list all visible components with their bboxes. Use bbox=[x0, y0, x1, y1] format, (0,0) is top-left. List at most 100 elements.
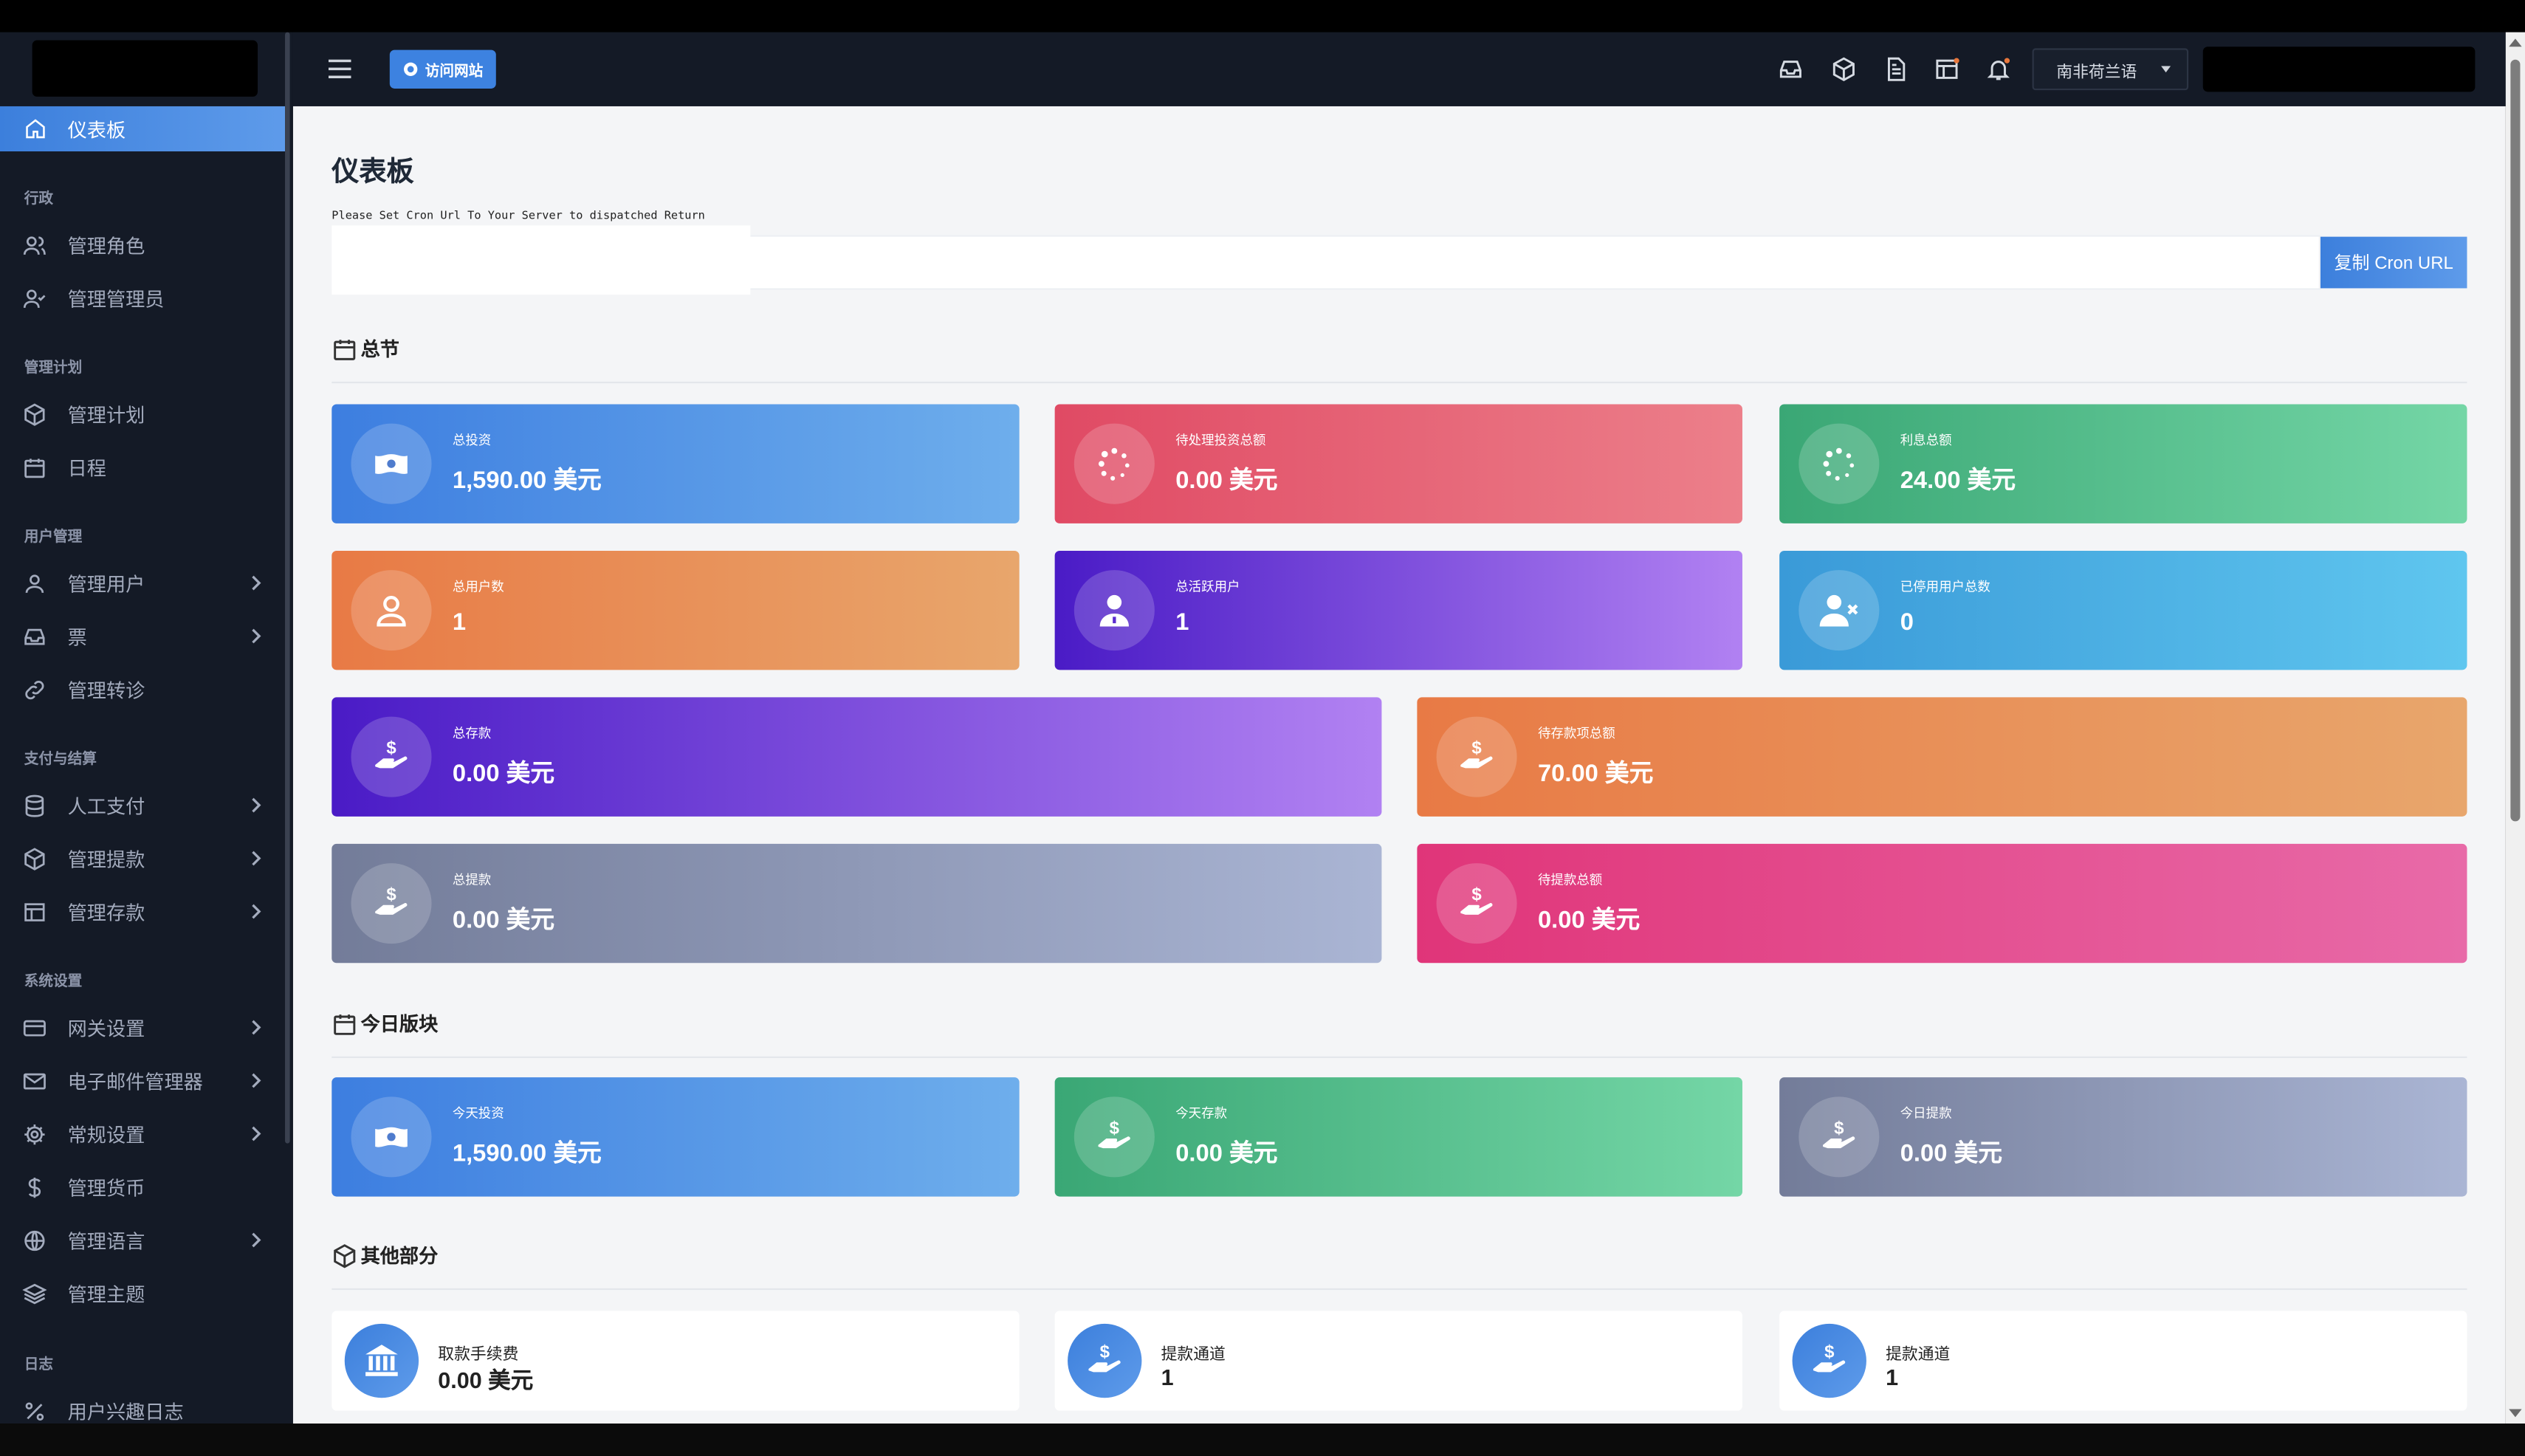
inbox-icon[interactable] bbox=[1778, 56, 1804, 82]
stat-card[interactable]: $ 今日提款 0.00 美元 bbox=[1779, 1077, 2467, 1197]
scrollbar-thumb[interactable] bbox=[2510, 59, 2521, 822]
stat-card[interactable]: 利息总额 24.00 美元 bbox=[1779, 404, 2467, 523]
user-badge-icon bbox=[1073, 570, 1155, 651]
scroll-up-arrow[interactable] bbox=[2509, 38, 2522, 47]
stat-card[interactable]: $ 待提款总额 0.00 美元 bbox=[1417, 843, 2467, 964]
sidebar-scrollbar[interactable] bbox=[285, 32, 290, 1144]
sidebar-section-title: 日志 bbox=[24, 1356, 54, 1373]
stat-label: 总用户数 bbox=[452, 580, 504, 594]
info-value: 1 bbox=[1161, 1364, 1174, 1390]
sidebar-item[interactable]: 用户兴趣日志 bbox=[0, 1390, 285, 1424]
sidebar-item[interactable]: 管理角色 bbox=[0, 224, 285, 266]
user-menu[interactable] bbox=[2202, 47, 2476, 92]
stat-card[interactable]: $ 今天存款 0.00 美元 bbox=[1054, 1077, 1742, 1197]
copy-cron-url-button[interactable]: 复制 Cron URL bbox=[2320, 236, 2467, 289]
stat-card[interactable]: 总用户数 1 bbox=[331, 550, 1020, 670]
menu-icon[interactable] bbox=[328, 58, 354, 81]
sidebar-item[interactable]: 日程 bbox=[0, 446, 285, 488]
stat-value: 24.00 美元 bbox=[1900, 467, 2016, 495]
calendar-icon bbox=[23, 455, 47, 479]
stat-value: 0.00 美元 bbox=[1537, 906, 1641, 935]
sidebar-section-title: 支付与结算 bbox=[24, 750, 97, 767]
globe-icon bbox=[23, 1228, 47, 1252]
sidebar-item[interactable]: 管理转诊 bbox=[0, 668, 285, 710]
screen-bottom-bar bbox=[0, 1424, 2525, 1456]
sidebar-item[interactable]: 人工支付 bbox=[0, 784, 285, 826]
stat-value: 1 bbox=[1175, 608, 1189, 636]
svg-text:$: $ bbox=[386, 885, 396, 904]
sidebar-item[interactable]: 管理提款 bbox=[0, 837, 285, 879]
language-select-value: 南非荷兰语 bbox=[2056, 63, 2137, 82]
stat-value: 0.00 美元 bbox=[1175, 467, 1278, 495]
stat-card[interactable]: 已停用用户总数 0 bbox=[1779, 550, 2467, 670]
sidebar-item-label: 仪表板 bbox=[67, 118, 126, 141]
stat-card[interactable]: $ 待存款项总额 70.00 美元 bbox=[1417, 697, 2467, 817]
page-title: 仪表板 bbox=[331, 156, 414, 188]
sidebar-item[interactable]: 网关设置 bbox=[0, 1006, 285, 1048]
info-card[interactable]: 取款手续费 0.00 美元 bbox=[331, 1311, 1020, 1411]
info-label: 提款通道 bbox=[1886, 1346, 1951, 1364]
stat-value: 0.00 美元 bbox=[1900, 1140, 2002, 1168]
sidebar-item-label: 管理用户 bbox=[67, 572, 145, 595]
user-icon bbox=[351, 570, 432, 651]
divider bbox=[331, 1056, 2467, 1058]
sidebar-item[interactable]: 管理用户 bbox=[0, 562, 285, 604]
hand-dollar-icon: $ bbox=[1073, 1096, 1155, 1178]
app-window: 仪表板 行政 管理角色 管理管理员 管理计划 管理计划 日程 用户管理 管理用户票管理转诊 支付… bbox=[0, 0, 2525, 1456]
bell-icon[interactable] bbox=[1985, 56, 2011, 82]
stat-card[interactable]: 今天投资 1,590.00 美元 bbox=[331, 1077, 1020, 1197]
svg-text:$: $ bbox=[386, 738, 396, 758]
visit-website-button[interactable]: 访问网站 bbox=[389, 49, 496, 89]
percent-icon bbox=[23, 1398, 47, 1423]
stat-value: 0.00 美元 bbox=[452, 760, 555, 788]
scroll-down-arrow[interactable] bbox=[2509, 1409, 2522, 1418]
hand-dollar-icon: $ bbox=[1436, 716, 1517, 797]
stat-card[interactable]: $ 总提款 0.00 美元 bbox=[331, 843, 1382, 964]
logo[interactable] bbox=[32, 40, 258, 97]
stat-card[interactable]: 总投资 1,590.00 美元 bbox=[331, 404, 1020, 523]
calendar-icon bbox=[334, 339, 356, 360]
page-scrollbar[interactable] bbox=[2505, 32, 2525, 1424]
sidebar-item[interactable]: 管理计划 bbox=[0, 393, 285, 435]
stat-card[interactable]: 总活跃用户 1 bbox=[1054, 550, 1742, 670]
calendar-icon bbox=[334, 1014, 356, 1034]
sidebar-item[interactable]: 管理货币 bbox=[0, 1166, 285, 1208]
spinner-icon bbox=[1799, 423, 1880, 504]
stat-value: 70.00 美元 bbox=[1537, 760, 1654, 788]
layers-icon bbox=[22, 1281, 47, 1305]
sidebar-item[interactable]: 管理管理员 bbox=[0, 277, 285, 319]
box-icon[interactable] bbox=[1831, 56, 1857, 82]
sidebar-item[interactable]: 管理主题 bbox=[0, 1272, 285, 1314]
table-icon[interactable] bbox=[1934, 56, 1960, 82]
database-icon bbox=[23, 793, 47, 817]
caret-down-icon bbox=[2161, 66, 2171, 73]
user-x-icon bbox=[1799, 570, 1880, 651]
section-title: 今日版块 bbox=[360, 1012, 439, 1036]
language-select[interactable]: 南非荷兰语 bbox=[2032, 48, 2189, 91]
info-card[interactable]: $ 提款通道 1 bbox=[1779, 1311, 2467, 1411]
info-card[interactable]: $ 提款通道 1 bbox=[1054, 1311, 1742, 1411]
stat-label: 已停用用户总数 bbox=[1900, 580, 1990, 594]
sidebar-item[interactable]: 票 bbox=[0, 615, 285, 657]
spinner-icon bbox=[1073, 423, 1155, 504]
link-icon bbox=[23, 677, 47, 701]
screen-top-bar bbox=[0, 0, 2525, 32]
sidebar-item[interactable]: 管理存款 bbox=[0, 890, 285, 933]
sidebar-item-label: 管理主题 bbox=[67, 1282, 145, 1305]
stat-value: 0.00 美元 bbox=[1175, 1140, 1278, 1168]
sidebar-item[interactable]: 常规设置 bbox=[0, 1113, 285, 1155]
document-icon[interactable] bbox=[1883, 56, 1909, 82]
home-icon bbox=[23, 117, 47, 141]
sidebar-item[interactable]: 管理语言 bbox=[0, 1219, 285, 1261]
stat-card[interactable]: $ 总存款 0.00 美元 bbox=[331, 697, 1382, 817]
stat-card[interactable]: 待处理投资总额 0.00 美元 bbox=[1054, 404, 1742, 523]
stat-label: 利息总额 bbox=[1900, 433, 1952, 448]
sidebar-section-title: 用户管理 bbox=[24, 528, 83, 545]
user-icon bbox=[23, 571, 47, 595]
sidebar-item[interactable]: 电子邮件管理器 bbox=[0, 1060, 285, 1102]
stat-label: 今日提款 bbox=[1900, 1106, 1952, 1122]
section-header-summary: 总节 bbox=[331, 335, 399, 363]
sidebar-item-dashboard[interactable]: 仪表板 bbox=[0, 106, 286, 152]
svg-text:$: $ bbox=[1824, 1342, 1834, 1362]
stat-label: 总存款 bbox=[452, 726, 492, 741]
